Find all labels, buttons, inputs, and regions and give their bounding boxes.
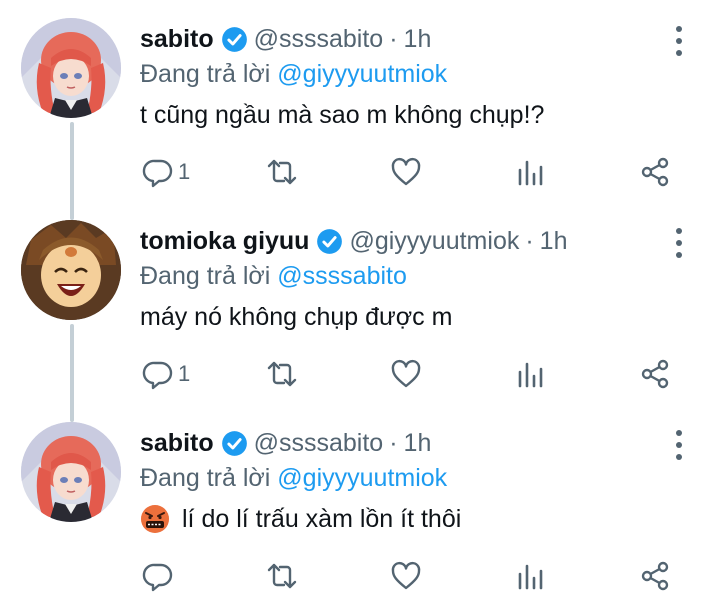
tweet-header: sabito @ssssabito · 1h — [140, 426, 431, 460]
retweet-button[interactable] — [266, 150, 298, 194]
tweet-text-content: t cũng ngầu mà sao m không chụp!? — [140, 101, 545, 129]
separator: · — [389, 429, 398, 457]
avatar[interactable] — [21, 18, 121, 118]
timestamp[interactable]: 1h — [404, 426, 432, 460]
like-button[interactable] — [390, 554, 422, 598]
retweet-icon — [267, 159, 297, 185]
views-icon — [518, 160, 543, 186]
reply-button[interactable]: 1 — [142, 150, 190, 194]
separator: · — [389, 25, 398, 53]
verified-badge-icon — [221, 26, 248, 53]
timestamp[interactable]: 1h — [404, 22, 432, 56]
action-bar — [0, 554, 719, 598]
retweet-icon — [267, 361, 297, 387]
reply-count: 1 — [178, 159, 191, 184]
more-vertical-icon[interactable] — [669, 430, 689, 460]
more-vertical-icon[interactable] — [669, 26, 689, 56]
tweet[interactable]: sabito @ssssabito · 1h Đang trả lời @giy… — [0, 0, 719, 202]
action-bar: 1 — [0, 150, 719, 194]
share-button[interactable] — [639, 352, 671, 396]
views-button[interactable] — [515, 352, 547, 396]
tweet-text-content: lí do lí trấu xàm lồn ít thôi — [182, 505, 462, 533]
tweet-header: sabito @ssssabito · 1h — [140, 22, 431, 56]
views-icon — [518, 362, 543, 388]
views-button[interactable] — [515, 554, 547, 598]
handle[interactable]: @ssssabito — [254, 426, 384, 460]
like-icon — [391, 157, 421, 186]
tweet-text: máy nó không chụp được m — [140, 300, 452, 334]
retweet-button[interactable] — [266, 554, 298, 598]
share-icon — [641, 359, 669, 389]
like-icon — [391, 359, 421, 388]
replying-to: Đang trả lời @giyyyuutmiok — [140, 58, 447, 90]
reply-prefix: Đang trả lời — [140, 60, 271, 88]
share-icon — [641, 157, 669, 187]
reply-button[interactable] — [142, 554, 178, 598]
views-button[interactable] — [515, 150, 547, 194]
reply-icon — [142, 159, 173, 188]
tweet-text: lí do lí trấu xàm lồn ít thôi — [140, 502, 461, 536]
timestamp[interactable]: 1h — [540, 224, 568, 258]
tweet-text-content: máy nó không chụp được m — [140, 303, 453, 331]
angry-symbols-emoji — [140, 504, 170, 534]
verified-badge-icon — [316, 228, 343, 255]
views-icon — [518, 564, 543, 590]
share-icon — [641, 561, 669, 591]
share-button[interactable] — [639, 554, 671, 598]
tweet[interactable]: tomioka giyuu @giyyyuutmiok · 1h Đang tr… — [0, 202, 719, 404]
avatar[interactable] — [21, 220, 121, 320]
display-name[interactable]: tomioka giyuu — [140, 224, 309, 258]
retweet-button[interactable] — [266, 352, 298, 396]
handle[interactable]: @giyyyuutmiok — [349, 224, 519, 258]
display-name[interactable]: sabito — [140, 22, 214, 56]
mention-link[interactable]: @giyyyuutmiok — [277, 60, 447, 88]
reply-button[interactable]: 1 — [142, 352, 190, 396]
reply-icon — [142, 563, 173, 592]
reply-icon — [142, 361, 173, 390]
mention-link[interactable]: @ssssabito — [277, 262, 407, 290]
verified-badge-icon — [221, 430, 248, 457]
retweet-icon — [267, 563, 297, 589]
like-button[interactable] — [390, 352, 422, 396]
reply-count: 1 — [178, 361, 191, 386]
more-vertical-icon[interactable] — [669, 228, 689, 258]
avatar[interactable] — [21, 422, 121, 522]
mention-link[interactable]: @giyyyuutmiok — [277, 464, 447, 492]
like-button[interactable] — [390, 150, 422, 194]
share-button[interactable] — [639, 150, 671, 194]
tweet-text: t cũng ngầu mà sao m không chụp!? — [140, 98, 544, 132]
reply-prefix: Đang trả lời — [140, 464, 271, 492]
separator: · — [525, 227, 534, 255]
like-icon — [391, 561, 421, 590]
display-name[interactable]: sabito — [140, 426, 214, 460]
handle[interactable]: @ssssabito — [254, 22, 384, 56]
replying-to: Đang trả lời @ssssabito — [140, 260, 407, 292]
tweet-header: tomioka giyuu @giyyyuutmiok · 1h — [140, 224, 567, 258]
replying-to: Đang trả lời @giyyyuutmiok — [140, 462, 447, 494]
reply-prefix: Đang trả lời — [140, 262, 271, 290]
tweet[interactable]: sabito @ssssabito · 1h Đang trả lời @giy… — [0, 404, 719, 604]
action-bar: 1 — [0, 352, 719, 396]
